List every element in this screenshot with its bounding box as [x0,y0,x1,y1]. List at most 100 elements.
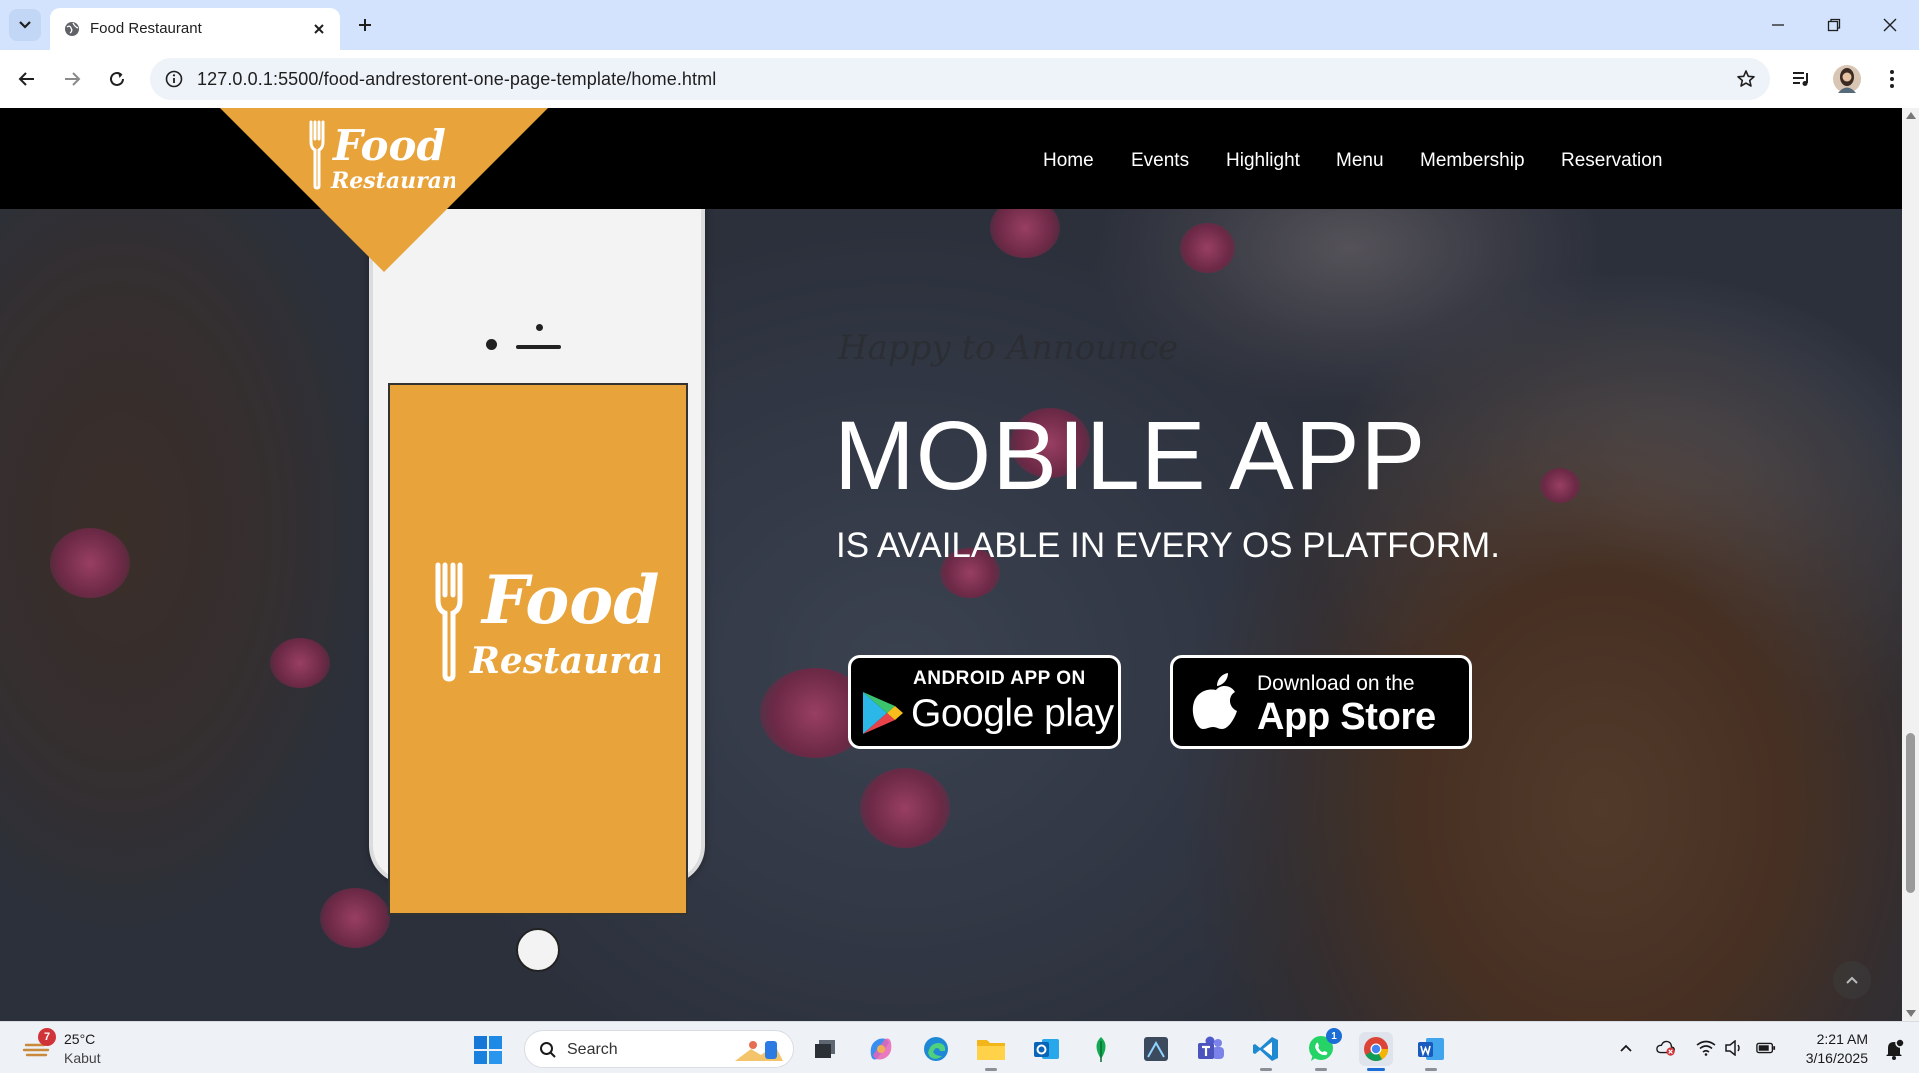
back-button[interactable] [11,63,43,95]
battery-status[interactable] [1756,1038,1776,1058]
mongodb-compass-button[interactable] [1084,1032,1118,1066]
word-icon [1418,1038,1444,1060]
browser-toolbar: 127.0.0.1:5500/food-andrestorent-one-pag… [0,50,1919,108]
svg-text:Restaurant: Restaurant [469,640,660,682]
restore-icon [1827,18,1841,32]
notification-badge: 1 [1326,1028,1342,1044]
copilot-icon [870,1038,892,1060]
windows-start-button[interactable] [473,1035,503,1065]
battery-icon [1756,1042,1776,1054]
nav-home[interactable]: Home [1043,150,1094,172]
new-tab-button[interactable] [352,12,378,38]
edge-icon [924,1037,948,1061]
app-store-label: App Store [1257,696,1436,738]
vscode-button[interactable] [1249,1032,1283,1071]
scroll-up-arrow[interactable] [1906,112,1916,119]
site-logo[interactable]: Food Restaurant [305,118,455,198]
media-controls-button[interactable] [1786,63,1818,95]
folder-icon [977,1040,1005,1060]
copilot-button[interactable] [864,1032,898,1066]
chevron-up-icon [1620,1044,1632,1052]
reload-button[interactable] [101,63,133,95]
url-text[interactable]: 127.0.0.1:5500/food-andrestorent-one-pag… [197,69,716,90]
plus-icon [359,19,371,31]
minimize-button[interactable] [1760,10,1796,40]
snipping-tool-button[interactable] [1139,1032,1173,1066]
chrome-icon [1364,1037,1388,1062]
browser-tab[interactable]: Food Restaurant [50,8,340,50]
task-view-button[interactable] [808,1032,842,1066]
nav-reservation[interactable]: Reservation [1561,150,1662,172]
arrow-right-icon [65,72,81,86]
edge-button[interactable] [919,1032,953,1066]
phone-camera [486,339,497,350]
chevron-up-icon [1846,976,1858,984]
menu-button[interactable] [1876,63,1908,95]
taskbar-search[interactable]: Search [524,1030,794,1068]
more-vertical-icon [1890,70,1894,88]
volume-control[interactable] [1724,1038,1744,1058]
bookmark-button[interactable] [1734,67,1758,91]
leaf-icon [1096,1037,1106,1062]
food-restaurant-logo: Food Restaurant [435,561,660,682]
back-to-top-button[interactable] [1833,961,1871,999]
reload-icon [110,71,124,86]
profile-button[interactable] [1831,63,1863,95]
task-view-icon [815,1040,835,1058]
forward-button[interactable] [56,63,88,95]
app-store-caption: Download on the [1257,672,1415,695]
app-store-button[interactable]: Download on the App Store [1170,655,1472,749]
wifi-icon [1696,1040,1716,1056]
snipping-icon [1144,1037,1168,1061]
running-indicator [1425,1068,1437,1071]
google-play-button[interactable]: ANDROID APP ON Google play [848,655,1121,749]
tab-title: Food Restaurant [90,20,202,37]
address-bar[interactable]: 127.0.0.1:5500/food-andrestorent-one-pag… [150,58,1770,100]
close-icon [1883,18,1897,32]
search-highlight-icon [735,1041,783,1061]
teams-button[interactable] [1194,1032,1228,1066]
onedrive-status[interactable] [1656,1038,1676,1058]
restore-button[interactable] [1816,10,1852,40]
phone-sensor [536,324,543,331]
clock-date[interactable]: 3/16/2025 [1806,1050,1868,1066]
show-hidden-icons-button[interactable] [1616,1038,1636,1058]
tab-search-button[interactable] [9,9,41,41]
svg-text:Food: Food [480,561,659,639]
chrome-button[interactable] [1359,1032,1393,1071]
running-indicator [1315,1068,1327,1071]
minimize-icon [1772,24,1784,26]
scrollbar-thumb[interactable] [1906,733,1915,893]
weather-description[interactable]: Kabut [64,1050,101,1066]
site-info-button[interactable] [162,67,186,91]
nav-menu[interactable]: Menu [1336,150,1384,172]
outlook-icon [1034,1039,1059,1059]
clock-time[interactable]: 2:21 AM [1817,1031,1868,1047]
notification-bell-icon[interactable] [1883,1038,1905,1060]
phone-home-button [516,928,560,972]
teams-icon [1198,1036,1224,1059]
close-window-button[interactable] [1872,10,1908,40]
cloud-error-icon [1656,1040,1675,1056]
nav-membership[interactable]: Membership [1420,150,1525,172]
running-indicator [1260,1068,1272,1071]
google-play-caption: ANDROID APP ON [913,668,1086,689]
nav-highlight[interactable]: Highlight [1226,150,1300,172]
wifi-status[interactable] [1696,1038,1716,1058]
tab-close-button[interactable] [308,18,330,40]
nav-events[interactable]: Events [1131,150,1189,172]
search-icon [540,1042,556,1058]
page-scrollbar[interactable] [1902,108,1919,1021]
vscode-icon [1253,1037,1278,1061]
page-viewport: Food Restaurant Food Restaurant Home Eve… [0,108,1902,1021]
google-play-label: Google play [911,692,1114,735]
logo-text-restaurant: Restaurant [330,168,455,194]
playlist-icon [1793,72,1808,86]
whatsapp-button[interactable]: 1 [1304,1028,1342,1071]
word-button[interactable] [1414,1032,1448,1071]
outlook-button[interactable] [1029,1032,1063,1066]
scroll-down-arrow[interactable] [1906,1010,1916,1017]
file-explorer-button[interactable] [974,1032,1008,1071]
weather-temperature[interactable]: 25°C [64,1031,95,1047]
tab-bar: Food Restaurant [0,0,1919,50]
